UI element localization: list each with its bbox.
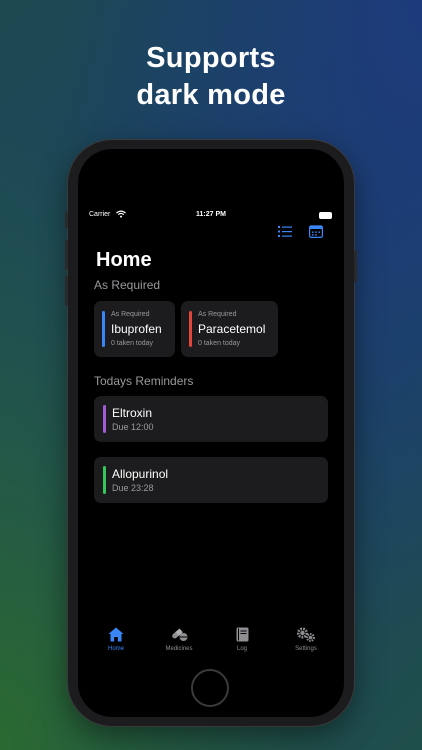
reminder-color-bar (103, 466, 106, 494)
app-screen: Carrier 11:27 PM Home As Required As Req… (78, 149, 344, 717)
tab-settings[interactable]: Settings (276, 627, 336, 652)
list-icon[interactable] (278, 225, 292, 243)
mute-switch (65, 212, 68, 228)
card-tag: As Required (111, 311, 150, 318)
as-required-heading: As Required (94, 278, 161, 292)
volume-down-button (65, 276, 68, 306)
power-button (354, 250, 357, 282)
card-medicine-name: Paracetemol (198, 322, 266, 336)
tab-label: Home (107, 646, 124, 652)
tab-home[interactable]: Home (86, 627, 146, 652)
reminder-allopurinol[interactable]: Allopurinol Due 23:28 (94, 457, 328, 503)
battery-icon (319, 212, 332, 219)
todays-reminders-heading: Todays Reminders (94, 374, 194, 388)
reminder-due-time: Due 23:28 (112, 483, 154, 493)
tab-label: Settings (295, 646, 317, 652)
reminder-medicine-name: Allopurinol (112, 467, 169, 481)
tab-log[interactable]: Log (212, 627, 272, 652)
home-button[interactable] (191, 669, 229, 707)
card-color-bar (102, 311, 105, 347)
card-taken-count: 0 taken today (111, 340, 154, 347)
card-medicine-name: Ibuprofen (111, 322, 162, 336)
reminder-color-bar (103, 405, 106, 433)
marketing-headline: Supports dark mode (0, 40, 422, 114)
reminder-eltroxin[interactable]: Eltroxin Due 12:00 (94, 396, 328, 442)
tab-label: Medicines (165, 646, 193, 652)
card-taken-count: 0 taken today (198, 340, 241, 347)
headline-line-2: dark mode (136, 79, 286, 111)
reminder-medicine-name: Eltroxin (112, 406, 153, 420)
status-bar: Carrier 11:27 PM (78, 210, 344, 223)
house-icon (108, 627, 124, 642)
status-time: 11:27 PM (196, 211, 226, 218)
headline-line-1: Supports (146, 42, 276, 74)
pills-icon (171, 628, 187, 641)
tab-bar: Home Medicines Log Settings (78, 627, 344, 661)
page-title: Home (96, 249, 152, 271)
gears-icon (297, 627, 315, 642)
card-color-bar (189, 311, 192, 347)
reminder-due-time: Due 12:00 (112, 422, 154, 432)
phone-frame: Carrier 11:27 PM Home As Required As Req… (65, 140, 357, 726)
as-required-card-ibuprofen[interactable]: As Required Ibuprofen 0 taken today (94, 301, 175, 357)
as-required-card-paracetemol[interactable]: As Required Paracetemol 0 taken today (181, 301, 278, 357)
calendar-icon[interactable] (309, 225, 324, 243)
card-tag: As Required (198, 311, 237, 318)
tab-label: Log (236, 646, 247, 652)
tab-medicines[interactable]: Medicines (149, 627, 209, 652)
book-icon (236, 627, 248, 642)
volume-up-button (65, 240, 68, 270)
